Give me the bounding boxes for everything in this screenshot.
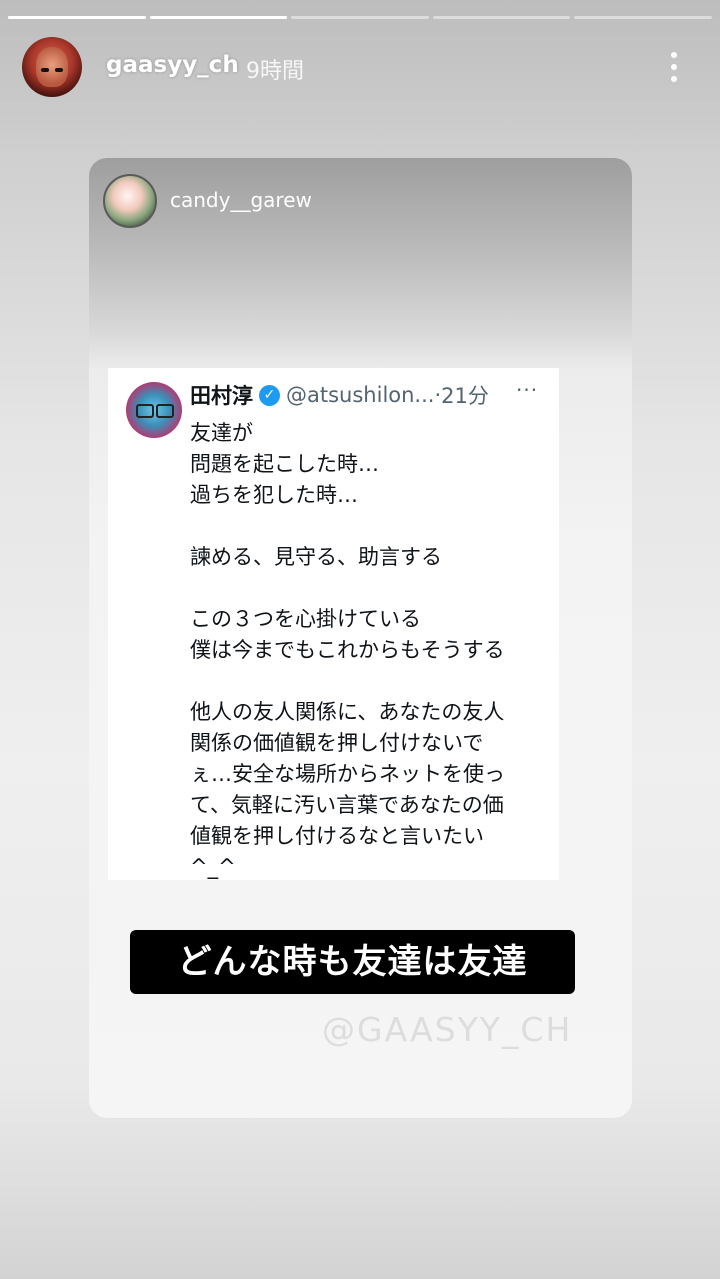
- watermark-text: @GAASYY_CH: [322, 1010, 573, 1049]
- shared-post-username[interactable]: candy__garew: [170, 188, 312, 212]
- verified-check-icon: ✓: [259, 384, 280, 406]
- tweet-author-name: 田村淳: [190, 384, 253, 408]
- tweet-avatar: [126, 382, 182, 438]
- tweet-body: 友達が 問題を起こした時… 過ちを犯した時… 諫める、見守る、助言する この３つ…: [190, 421, 505, 879]
- progress-segment: [574, 16, 712, 19]
- story-timestamp: 9時間: [246, 59, 304, 84]
- avatar-face: [36, 47, 68, 87]
- avatar-eye: [55, 68, 63, 72]
- shared-post-avatar[interactable]: [103, 174, 157, 228]
- tweet-time: 21分: [441, 384, 489, 408]
- tweet-handle: @atsushilon...: [286, 383, 435, 407]
- tweet-more-icon: ···: [516, 378, 539, 402]
- profile-avatar[interactable]: [22, 37, 82, 97]
- progress-fill: [8, 16, 146, 19]
- avatar-eye: [41, 68, 49, 72]
- progress-segment: [8, 16, 146, 19]
- progress-segment: [149, 16, 288, 19]
- story-progress-bar: [8, 16, 712, 19]
- progress-segment: [432, 16, 571, 19]
- caption-sticker: どんな時も友達は友達: [130, 930, 575, 994]
- story-username[interactable]: gaasyy_ch: [106, 52, 239, 78]
- progress-fill: [149, 16, 288, 19]
- tweet-header: 田村淳 ✓ @atsushilon... · 21分: [190, 380, 489, 410]
- progress-segment: [291, 16, 429, 19]
- tweet-screenshot: 田村淳 ✓ @atsushilon... · 21分 ··· 友達が 問題を起こ…: [108, 368, 559, 880]
- tweet-separator: ·: [434, 383, 442, 407]
- more-vertical-icon[interactable]: [664, 50, 684, 84]
